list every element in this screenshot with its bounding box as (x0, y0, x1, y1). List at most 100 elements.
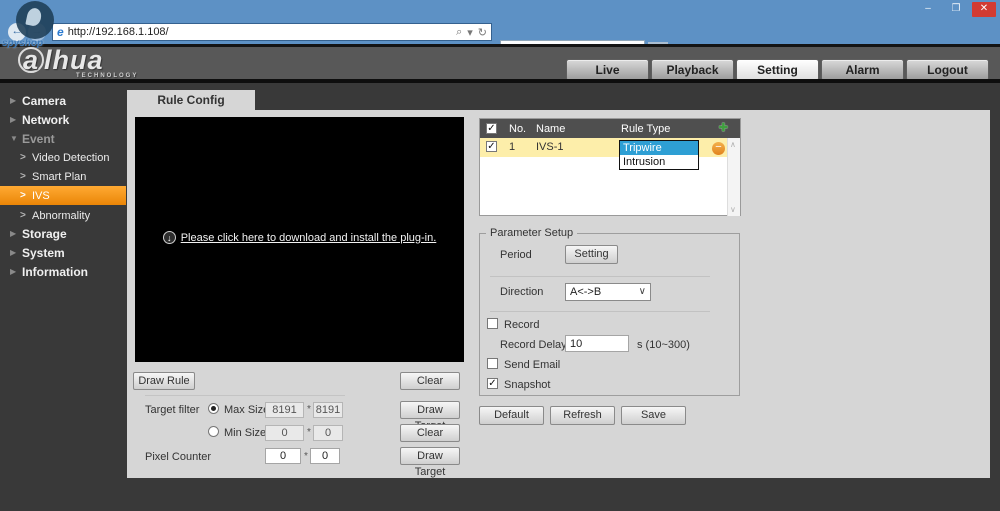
draw-rule-button[interactable]: Draw Rule (133, 372, 195, 390)
record-delay-input[interactable] (565, 335, 629, 352)
address-bar: e ⌕ ▾ ↻ (52, 23, 492, 41)
chevron-right-icon: > (20, 152, 32, 163)
minimize-button[interactable]: – (916, 2, 940, 17)
max-size-radio[interactable] (208, 403, 219, 414)
col-no: No. (509, 123, 526, 135)
min-height-input[interactable] (313, 425, 343, 441)
rule-table: ✓ No. Name Rule Type ✚ ✓ 1 IVS-1 Tripwir… (479, 118, 741, 216)
watermark-bird-icon (25, 7, 42, 28)
sidebar-label: Storage (22, 227, 67, 241)
autocomplete-caret-icon[interactable]: ▾ (467, 26, 473, 39)
logo-text: lhua (44, 45, 104, 75)
check-icon: ✓ (487, 141, 495, 152)
delete-rule-icon[interactable]: − (712, 142, 725, 155)
sidebar-label: IVS (32, 190, 50, 202)
sidebar-item-smart-plan[interactable]: > Smart Plan (0, 167, 126, 186)
nav-setting-button[interactable]: Setting (736, 59, 819, 81)
expand-arrow-icon: ▶ (10, 229, 22, 238)
dahua-logo: alhua TECHNOLOGY (18, 45, 104, 76)
watermark-logo (16, 1, 54, 39)
plugin-notice-row: ↓ Please click here to download and inst… (135, 231, 464, 244)
nav-live-button[interactable]: Live (566, 59, 649, 81)
row-checkbox[interactable]: ✓ (486, 141, 497, 152)
sidebar-label: Video Detection (32, 152, 109, 164)
select-all-checkbox[interactable]: ✓ (486, 123, 497, 134)
min-size-label: Min Size (224, 427, 266, 439)
sidebar-item-network[interactable]: ▶ Network (0, 110, 126, 129)
header-strip (0, 79, 1000, 83)
dropdown-option-intrusion[interactable]: Intrusion (620, 155, 698, 169)
url-input[interactable] (68, 26, 456, 38)
rule-type-dropdown: Tripwire Intrusion (619, 140, 699, 170)
period-setting-button[interactable]: Setting (565, 245, 618, 264)
snapshot-checkbox[interactable]: ✓ (487, 378, 498, 389)
default-button[interactable]: Default (479, 406, 544, 425)
sidebar-item-abnormality[interactable]: > Abnormality (0, 206, 126, 225)
divider (490, 276, 710, 277)
sidebar-label: Camera (22, 94, 66, 108)
send-email-checkbox[interactable]: ✓ (487, 358, 498, 369)
maximize-button[interactable]: ❐ (944, 2, 968, 17)
sidebar-item-camera[interactable]: ▶ Camera (0, 91, 126, 110)
min-size-radio[interactable] (208, 426, 219, 437)
download-icon: ↓ (163, 231, 176, 244)
nav-playback-button[interactable]: Playback (651, 59, 734, 81)
min-width-input[interactable] (265, 425, 304, 441)
clear-target-button[interactable]: Clear (400, 424, 460, 442)
max-height-input[interactable] (313, 402, 343, 418)
pixel-height-input[interactable] (310, 448, 340, 464)
record-label: Record (504, 319, 539, 331)
draw-target-button[interactable]: Draw Target (400, 401, 460, 419)
expand-arrow-icon: ▶ (10, 115, 22, 124)
record-checkbox[interactable]: ✓ (487, 318, 498, 329)
pixel-counter-label: Pixel Counter (145, 451, 211, 463)
sidebar-item-video-detection[interactable]: > Video Detection (0, 148, 126, 167)
sidebar-item-system[interactable]: ▶ System (0, 243, 126, 262)
window-titlebar: – ❐ ✕ (0, 0, 1000, 20)
scroll-down-icon[interactable]: ∨ (730, 205, 736, 214)
main-nav: Live Playback Setting Alarm Logout (566, 59, 989, 81)
check-icon: ✓ (487, 123, 495, 134)
pixel-draw-target-button[interactable]: Draw Target (400, 447, 460, 465)
logo-ring: a (18, 47, 44, 73)
save-button[interactable]: Save (621, 406, 686, 425)
sidebar-item-event[interactable]: ▼ Event (0, 129, 126, 148)
sidebar-item-storage[interactable]: ▶ Storage (0, 224, 126, 243)
pixel-width-input[interactable] (265, 448, 301, 464)
window-controls: – ❐ ✕ (916, 2, 996, 17)
screen: – ❐ ✕ ← → e ⌕ ▾ ↻ e Setting ✕ ⌂ ★ ⚙ (0, 0, 1000, 511)
sidebar-item-information[interactable]: ▶ Information (0, 262, 126, 281)
tab-rule-config[interactable]: Rule Config (127, 90, 255, 110)
search-icon[interactable]: ⌕ (456, 26, 462, 39)
target-filter-label: Target filter (145, 404, 199, 416)
nav-logout-button[interactable]: Logout (906, 59, 989, 81)
clear-rule-button[interactable]: Clear (400, 372, 460, 390)
max-size-label: Max Size (224, 404, 269, 416)
dropdown-option-tripwire[interactable]: Tripwire (620, 141, 698, 155)
max-width-input[interactable] (265, 402, 304, 418)
nav-alarm-button[interactable]: Alarm (821, 59, 904, 81)
table-scrollbar[interactable]: ∧ ∨ (727, 138, 740, 216)
check-icon: ✓ (488, 378, 496, 389)
scroll-up-icon[interactable]: ∧ (730, 140, 736, 149)
multiply-sign: * (307, 404, 311, 415)
group-legend: Parameter Setup (486, 227, 577, 239)
refresh-icon[interactable]: ↻ (478, 26, 487, 39)
rule-table-header: ✓ No. Name Rule Type ✚ (480, 119, 740, 138)
sidebar-label: System (22, 246, 65, 260)
select-chevron-icon: ∨ (639, 284, 646, 300)
row-no: 1 (509, 141, 515, 153)
address-bar-icons: ⌕ ▾ ↻ (456, 26, 487, 39)
direction-select[interactable]: A<->B ∨ (565, 283, 651, 301)
sidebar-label: Abnormality (32, 210, 90, 222)
multiply-sign: * (304, 451, 308, 462)
divider (490, 311, 710, 312)
direction-value: A<->B (570, 286, 601, 298)
add-rule-icon[interactable]: ✚ (719, 121, 728, 134)
refresh-button[interactable]: Refresh (550, 406, 615, 425)
sidebar-item-ivs[interactable]: > IVS (0, 186, 126, 205)
chevron-right-icon: > (20, 190, 32, 201)
close-button[interactable]: ✕ (972, 2, 996, 17)
sidebar-label: Network (22, 113, 69, 127)
plugin-download-link[interactable]: Please click here to download and instal… (181, 232, 437, 244)
